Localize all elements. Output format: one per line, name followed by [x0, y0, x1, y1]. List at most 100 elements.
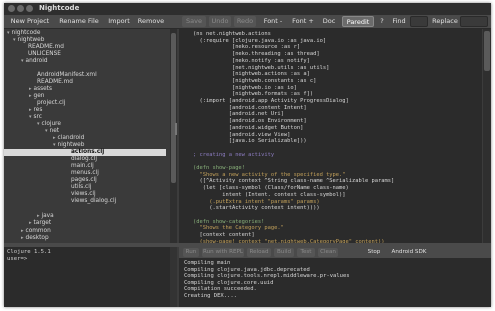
- tree-item-label: README.md: [37, 79, 73, 85]
- tree-expand-icon[interactable]: ▸: [53, 135, 56, 141]
- test-button[interactable]: Test: [297, 248, 315, 257]
- tree-item[interactable]: ▸ java: [4, 213, 172, 220]
- code-line: ; creating a new activity: [193, 151, 275, 158]
- toolbar: New Project Rename File Import Remove Sa…: [4, 15, 491, 29]
- tree-item[interactable]: ▸ gen: [4, 93, 172, 100]
- save-button[interactable]: Save: [182, 16, 206, 27]
- tree-item[interactable]: pages.clj: [4, 177, 172, 184]
- tree-expand-icon[interactable]: ▾: [37, 121, 40, 127]
- tree-item-label: utils.clj: [71, 184, 92, 190]
- find-label: Find: [392, 17, 406, 25]
- tree-item-label: res: [33, 107, 43, 113]
- editor-scrollbar[interactable]: [483, 29, 491, 243]
- tree-item-label: common: [25, 228, 51, 234]
- tree-scrollbar-thumb[interactable]: [171, 33, 176, 183]
- tree-expand-icon[interactable]: ▾: [21, 58, 24, 64]
- tree-item[interactable]: ▸ clandroid: [4, 135, 172, 142]
- minimize-window-icon[interactable]: [17, 5, 24, 12]
- build-log-line: Creating DEX....: [184, 293, 237, 299]
- tree-item[interactable]: views_dialog.clj: [4, 198, 172, 205]
- tree-expand-icon[interactable]: ▸: [29, 93, 32, 99]
- repl-prompt[interactable]: user=>: [7, 256, 27, 262]
- tree-item[interactable]: AndroidManifest.xml: [4, 72, 172, 79]
- tree-item[interactable]: ▸ res: [4, 107, 172, 114]
- build-output: Compiling main Compiling clojure.java.jd…: [179, 258, 491, 307]
- repl-panel[interactable]: Clojure 1.5.1 user=>: [4, 247, 177, 307]
- tree-item-label: UNLICENSE: [28, 51, 61, 57]
- tree-item-label: clojure: [41, 121, 61, 127]
- tree-item-label: src: [33, 114, 42, 120]
- rename-file-button[interactable]: Rename File: [56, 16, 102, 27]
- tree-item-label: desktop: [25, 235, 49, 241]
- find-input[interactable]: [410, 16, 428, 27]
- tree-item[interactable]: UNLICENSE: [4, 51, 172, 58]
- tree-item[interactable]: ▾ clojure: [4, 121, 172, 128]
- tree-item-label: assets: [33, 86, 52, 92]
- tree-item-selected[interactable]: actions.clj: [4, 149, 166, 156]
- tree-item[interactable]: dialog.clj: [4, 156, 172, 163]
- font-increase-button[interactable]: Font +: [290, 16, 316, 27]
- window-title: Nightcode: [39, 4, 80, 12]
- tree-expand-icon[interactable]: ▸: [37, 213, 40, 219]
- tree-item[interactable]: ▸ common: [4, 228, 172, 235]
- build-button[interactable]: Build: [274, 248, 294, 257]
- maximize-window-icon[interactable]: [26, 5, 33, 12]
- tree-expand-icon[interactable]: ▾: [53, 142, 56, 148]
- tree-expand-icon[interactable]: ▸: [21, 235, 24, 241]
- undo-button[interactable]: Undo: [209, 16, 231, 27]
- clean-button[interactable]: Clean: [318, 248, 338, 257]
- tree-item-label: nightcode: [11, 30, 41, 36]
- tree-item[interactable]: utils.clj: [4, 184, 172, 191]
- tree-item-label: clandroid: [57, 135, 85, 141]
- tree-expand-icon[interactable]: ▾: [13, 37, 16, 43]
- font-decrease-button[interactable]: Font -: [260, 16, 286, 27]
- android-sdk-button[interactable]: Android SDK: [389, 248, 429, 257]
- import-button[interactable]: Import: [105, 16, 133, 27]
- tree-expand-icon[interactable]: ▸: [29, 86, 32, 92]
- stop-button[interactable]: Stop: [364, 248, 384, 257]
- tree-item[interactable]: ▾ net: [4, 128, 172, 135]
- code-editor[interactable]: (ns net.nightweb.actions (:require [cloj…: [179, 29, 482, 243]
- tree-item[interactable]: ▸ desktop: [4, 235, 172, 242]
- help-button[interactable]: ?: [377, 16, 387, 27]
- close-window-icon[interactable]: [8, 5, 15, 12]
- project-tree[interactable]: ▾ nightcode ▾ nightweb README.md UNLICENSE…: [4, 29, 172, 243]
- tree-item[interactable]: ▾ nightweb: [4, 37, 172, 44]
- tree-expand-icon[interactable]: ▾: [7, 30, 10, 36]
- tree-expand-icon[interactable]: ▾: [45, 128, 48, 134]
- tree-expand-icon[interactable]: ▸: [29, 107, 32, 113]
- doc-button[interactable]: Doc: [320, 16, 338, 27]
- tree-expand-icon[interactable]: ▾: [29, 114, 32, 120]
- tree-item[interactable]: README.md: [4, 79, 172, 86]
- run-with-repl-button[interactable]: Run with REPL: [202, 248, 244, 257]
- new-project-button[interactable]: New Project: [8, 16, 52, 27]
- tree-scrollbar[interactable]: [170, 29, 177, 243]
- tree-item[interactable]: ▾ nightweb: [4, 142, 172, 149]
- tree-item[interactable]: main.clj: [4, 163, 172, 170]
- tree-item-label: views.clj: [71, 191, 96, 197]
- tree-item[interactable]: menus.clj: [4, 170, 172, 177]
- redo-button[interactable]: Redo: [234, 16, 256, 27]
- tree-item[interactable]: README.md: [4, 44, 172, 51]
- tree-item[interactable]: ▾ android: [4, 58, 172, 65]
- tree-item[interactable]: ▾ src: [4, 114, 172, 121]
- vertical-split-handle[interactable]: [175, 123, 177, 135]
- tree-item-label: AndroidManifest.xml: [37, 72, 97, 78]
- tree-expand-icon[interactable]: ▸: [29, 220, 32, 226]
- build-log-line: Compiling clojure.core.uuid: [184, 279, 274, 286]
- paredit-toggle[interactable]: Paredit: [342, 16, 374, 27]
- tree-expand-icon[interactable]: ▸: [21, 228, 24, 234]
- reload-button[interactable]: Reload: [247, 248, 271, 257]
- editor-scrollbar-thumb[interactable]: [484, 31, 490, 71]
- code-line: (.startActivity context intent)))): [193, 205, 320, 212]
- tree-item[interactable]: ▸ assets: [4, 86, 172, 93]
- repl-scrollbar[interactable]: [170, 247, 177, 307]
- run-button[interactable]: Run: [183, 248, 199, 257]
- code-line: [java.io Serializable])): [193, 138, 307, 145]
- tree-item[interactable]: ▾ nightcode: [4, 30, 167, 37]
- tree-item[interactable]: project.clj: [4, 100, 172, 107]
- remove-button[interactable]: Remove: [136, 16, 166, 27]
- tree-item[interactable]: views.clj: [4, 191, 172, 198]
- tree-item[interactable]: ▸ target: [4, 220, 172, 227]
- replace-input[interactable]: [460, 16, 488, 27]
